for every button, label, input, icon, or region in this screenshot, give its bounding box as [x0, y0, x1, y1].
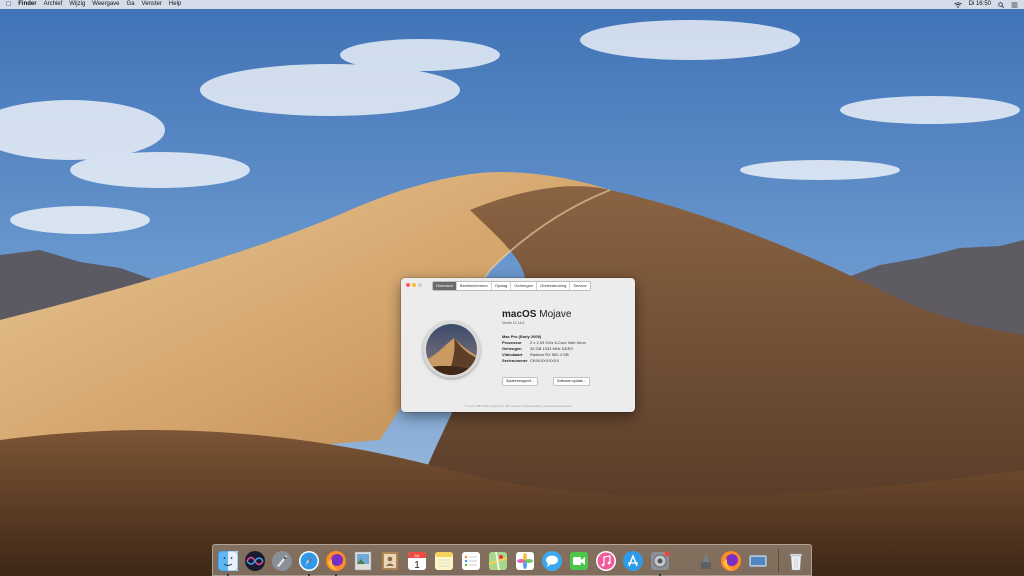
firefox-icon[interactable]: [720, 550, 742, 572]
menu-archief[interactable]: Archief: [44, 0, 63, 9]
preview-icon[interactable]: [352, 550, 374, 572]
tab-beeldschermen[interactable]: Beeldschermen: [457, 282, 492, 290]
calendar-icon[interactable]: JUL 1: [406, 550, 428, 572]
menu-wijzig[interactable]: Wijzig: [69, 0, 85, 9]
messages-icon[interactable]: [541, 550, 563, 572]
app-store-icon[interactable]: [622, 550, 644, 572]
menu-help[interactable]: Help: [169, 0, 181, 9]
itunes-icon[interactable]: [595, 550, 617, 572]
calendar-month: JUL: [414, 554, 420, 558]
notes-icon[interactable]: [433, 550, 455, 572]
launchpad-icon[interactable]: [271, 550, 293, 572]
notification-center-icon[interactable]: [1011, 2, 1018, 8]
desktop:  Finder Archief Wijzig Weergave Ga Vens…: [0, 0, 1024, 576]
window-titlebar[interactable]: Overzicht Beeldschermen Opslag Geheugen …: [401, 278, 635, 292]
tab-service[interactable]: Service: [570, 282, 589, 290]
dock-divider: [778, 549, 779, 573]
tab-overzicht[interactable]: Overzicht: [433, 282, 457, 290]
spec-value: CK9XXXXXXXX: [530, 358, 560, 363]
menu-clock[interactable]: Di 16:50: [969, 0, 991, 9]
menu-venster[interactable]: Venster: [142, 0, 162, 9]
image-capture-icon[interactable]: [747, 550, 769, 572]
spec-label: Serienummer: [502, 358, 528, 363]
apple-menu-icon[interactable]: : [6, 0, 11, 9]
calendar-day: 1: [414, 560, 420, 571]
copyright-text: ™ en © 1983–2019 Apple Inc. Alle rechten…: [464, 404, 572, 408]
facetime-icon[interactable]: [568, 550, 590, 572]
system-report-button[interactable]: Systeemrapport…: [502, 377, 539, 386]
menu-ga[interactable]: Ga: [127, 0, 135, 9]
os-codename: Mojave: [539, 309, 572, 320]
os-name: macOS: [502, 309, 537, 320]
minimize-button[interactable]: [412, 283, 416, 287]
reminders-icon[interactable]: [460, 550, 482, 572]
software-update-button[interactable]: Software-update…: [553, 377, 591, 386]
spec-row: Serienummer CK9XXXXXXXX: [502, 358, 586, 364]
system-preferences-icon[interactable]: [649, 550, 671, 572]
about-this-mac-window: Overzicht Beeldschermen Opslag Geheugen …: [401, 278, 635, 412]
zoom-button: [418, 283, 422, 287]
tab-opslag[interactable]: Opslag: [492, 282, 512, 290]
spec-list: Mac Pro (Early 2009) Processor 2 x 2,93 …: [502, 334, 586, 364]
contacts-icon[interactable]: [379, 550, 401, 572]
photos-icon[interactable]: [514, 550, 536, 572]
os-title: macOS Mojave: [502, 309, 572, 320]
script-editor-icon[interactable]: [695, 550, 717, 572]
segmented-tabs: Overzicht Beeldschermen Opslag Geheugen …: [432, 281, 591, 291]
dock: JUL 1: [212, 544, 812, 576]
close-button[interactable]: [406, 283, 410, 287]
siri-icon[interactable]: [244, 550, 266, 572]
os-version: Versie 10.14.6: [502, 321, 525, 325]
safari-icon[interactable]: [298, 550, 320, 572]
wifi-icon[interactable]: [953, 1, 962, 8]
trash-icon[interactable]: [785, 550, 807, 572]
finder-icon[interactable]: [217, 550, 239, 572]
maps-icon[interactable]: [487, 550, 509, 572]
macos-mojave-icon: [423, 321, 480, 378]
firefox-icon[interactable]: [325, 550, 347, 572]
spotlight-search-icon[interactable]: [998, 1, 1004, 8]
menu-weergave[interactable]: Weergave: [92, 0, 119, 9]
tab-ondersteuning[interactable]: Ondersteuning: [537, 282, 571, 290]
menu-app-finder[interactable]: Finder: [18, 0, 36, 9]
tab-geheugen[interactable]: Geheugen: [511, 282, 538, 290]
menu-bar:  Finder Archief Wijzig Weergave Ga Vens…: [0, 0, 1024, 9]
